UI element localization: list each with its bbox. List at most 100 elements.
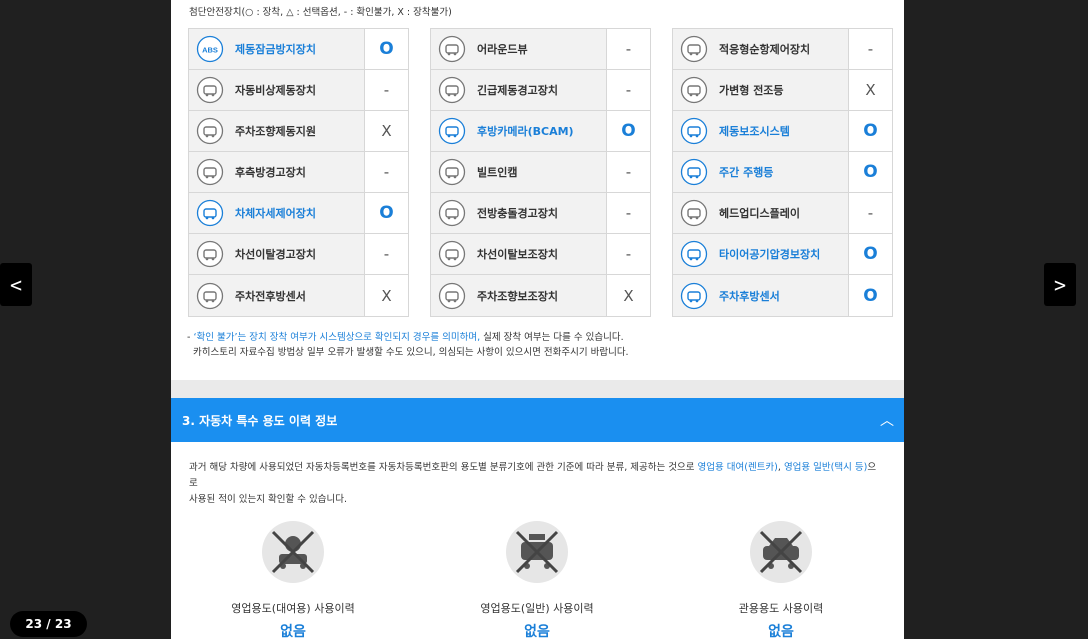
- feature-label: 후측방경고장치: [235, 166, 306, 179]
- image-viewer: 첨단안전장치(○ : 장착, △ : 선택옵션, - : 확인불가, X : 장…: [0, 0, 1088, 639]
- adaptive-cruise-icon: [673, 29, 715, 69]
- feature-status: -: [848, 193, 892, 233]
- feature-row: 주차후방센서 O: [673, 275, 892, 316]
- feature-status: -: [848, 29, 892, 69]
- feature-status: -: [364, 234, 408, 274]
- around-view-icon: [431, 29, 473, 69]
- feature-status: O: [364, 193, 408, 233]
- feature-status: O: [364, 29, 408, 69]
- feature-row: 어라운드뷰 -: [431, 29, 650, 70]
- built-in-cam-icon: [431, 152, 473, 192]
- feature-row: ABS 제동잠금방지장치 O: [189, 29, 408, 70]
- feature-status: O: [848, 234, 892, 274]
- usage-value: 없음: [524, 624, 550, 639]
- feature-status: -: [606, 193, 650, 233]
- feature-label: 주차조향제동지원: [235, 125, 316, 138]
- parking-assist-icon: [431, 275, 473, 316]
- feature-row: 빌트인캠 -: [431, 152, 650, 193]
- feature-status: X: [364, 275, 408, 316]
- head-up-display-icon: [673, 193, 715, 233]
- page-counter: 23 / 23: [10, 611, 87, 637]
- rear-side-warning-icon: [189, 152, 231, 192]
- forward-collision-icon: [431, 193, 473, 233]
- government-car-icon: [749, 520, 813, 588]
- feature-label: 차선이탈보조장치: [477, 248, 558, 261]
- feature-label: 차선이탈경고장치: [235, 248, 316, 261]
- prev-button[interactable]: <: [0, 263, 32, 306]
- feature-label: 빌트인캠: [477, 166, 518, 179]
- section-title: 3. 자동차 특수 용도 이력 정보: [182, 413, 338, 428]
- feature-status: -: [606, 29, 650, 69]
- next-button[interactable]: >: [1044, 263, 1076, 306]
- parking-steer-icon: [189, 111, 231, 151]
- feature-note: - ‘확인 불가’는 장치 장착 여부가 시스템상으로 확인되지 경우를 의미하…: [187, 332, 629, 358]
- taxi-icon: [505, 520, 569, 588]
- report-page: 첨단안전장치(○ : 장착, △ : 선택옵션, - : 확인불가, X : 장…: [171, 0, 904, 639]
- feature-column-3: 적응형순항제어장치 - 가변형 전조등 X 제동보조시스템 O 주간 주행등 O 헤드업디스플레…: [672, 28, 893, 317]
- feature-label: 어라운드뷰: [477, 43, 528, 56]
- feature-row: 후측방경고장치 -: [189, 152, 408, 193]
- usage-item: 영업용도(일반) 사용이력없음: [415, 520, 659, 639]
- feature-status: X: [606, 275, 650, 316]
- stability-control-icon: [189, 193, 231, 233]
- feature-label: 긴급제동경고장치: [477, 84, 558, 97]
- feature-row: 차선이탈보조장치 -: [431, 234, 650, 275]
- section-description: 과거 해당 차량에 사용되었던 자동차등록번호를 자동차등록번호판의 용도별 분…: [189, 462, 877, 505]
- feature-row: 주간 주행등 O: [673, 152, 892, 193]
- feature-row: 차체자세제어장치 O: [189, 193, 408, 234]
- feature-label: 주차후방센서: [719, 289, 780, 303]
- feature-row: 차선이탈경고장치 -: [189, 234, 408, 275]
- feature-status: -: [606, 152, 650, 192]
- rear-parking-sensor-icon: [673, 275, 715, 316]
- parking-sensor-icon: [189, 275, 231, 316]
- feature-label: 주차조향보조장치: [477, 289, 558, 303]
- feature-label: 제동잠금방지장치: [235, 43, 316, 56]
- feature-status: O: [848, 152, 892, 192]
- usage-label: 영업용도(일반) 사용이력: [480, 602, 594, 615]
- rear-camera-icon: [431, 111, 473, 151]
- lane-departure-icon: [189, 234, 231, 274]
- feature-row: 타이어공기압경보장치 O: [673, 234, 892, 275]
- feature-label: 주차전후방센서: [235, 289, 306, 303]
- feature-label: 차체자세제어장치: [235, 207, 316, 220]
- feature-row: 긴급제동경고장치 -: [431, 70, 650, 111]
- usage-label: 관용용도 사용이력: [738, 602, 824, 615]
- feature-row: 후방카메라(BCAM) O: [431, 111, 650, 152]
- feature-status: O: [606, 111, 650, 151]
- adaptive-headlight-icon: [673, 70, 715, 110]
- feature-label: 제동보조시스템: [719, 125, 790, 138]
- feature-status: X: [364, 111, 408, 151]
- emergency-brake-icon: [189, 70, 231, 110]
- feature-status: -: [364, 70, 408, 110]
- feature-row: 가변형 전조등 X: [673, 70, 892, 111]
- chevron-up-icon[interactable]: ︿: [880, 410, 894, 430]
- feature-status: -: [606, 70, 650, 110]
- rental-car-icon: [261, 520, 325, 588]
- usage-value: 없음: [768, 624, 794, 639]
- feature-row: 주차조향제동지원 X: [189, 111, 408, 152]
- svg-text:ABS: ABS: [202, 46, 218, 55]
- usage-label: 영업용도(대여용) 사용이력: [231, 602, 355, 615]
- feature-status: X: [848, 70, 892, 110]
- feature-label: 주간 주행등: [719, 166, 774, 179]
- feature-status: -: [606, 234, 650, 274]
- usage-item: 관용용도 사용이력없음: [659, 520, 903, 639]
- lane-keep-icon: [431, 234, 473, 274]
- tire-pressure-icon: [673, 234, 715, 274]
- usage-value: 없음: [280, 624, 306, 639]
- note-highlight: ‘확인 불가’는 장치 장착 여부가 시스템상으로 확인되지 경우를 의미하며,: [193, 332, 481, 343]
- abs-icon: ABS: [189, 29, 231, 69]
- feature-row: 자동비상제동장치 -: [189, 70, 408, 111]
- usage-item: 영업용도(대여용) 사용이력없음: [171, 520, 415, 639]
- feature-label: 헤드업디스플레이: [719, 207, 800, 220]
- feature-label: 전방충돌경고장치: [477, 207, 558, 220]
- usage-history-list: 영업용도(대여용) 사용이력 없음 영업용도(일반) 사용이력 없음 관용용도 사용이력…: [171, 520, 904, 639]
- brake-assist-icon: [673, 111, 715, 151]
- feature-row: 주차조향보조장치 X: [431, 275, 650, 316]
- feature-column-1: ABS 제동잠금방지장치 O 자동비상제동장치 - 주차조향제동지원 X 후측방경고장치 - 차체…: [188, 28, 409, 317]
- feature-row: 적응형순항제어장치 -: [673, 29, 892, 70]
- feature-status: O: [848, 275, 892, 316]
- section-header-special-use[interactable]: 3. 자동차 특수 용도 이력 정보 ︿: [171, 398, 904, 442]
- feature-label: 적응형순항제어장치: [719, 43, 811, 56]
- daytime-light-icon: [673, 152, 715, 192]
